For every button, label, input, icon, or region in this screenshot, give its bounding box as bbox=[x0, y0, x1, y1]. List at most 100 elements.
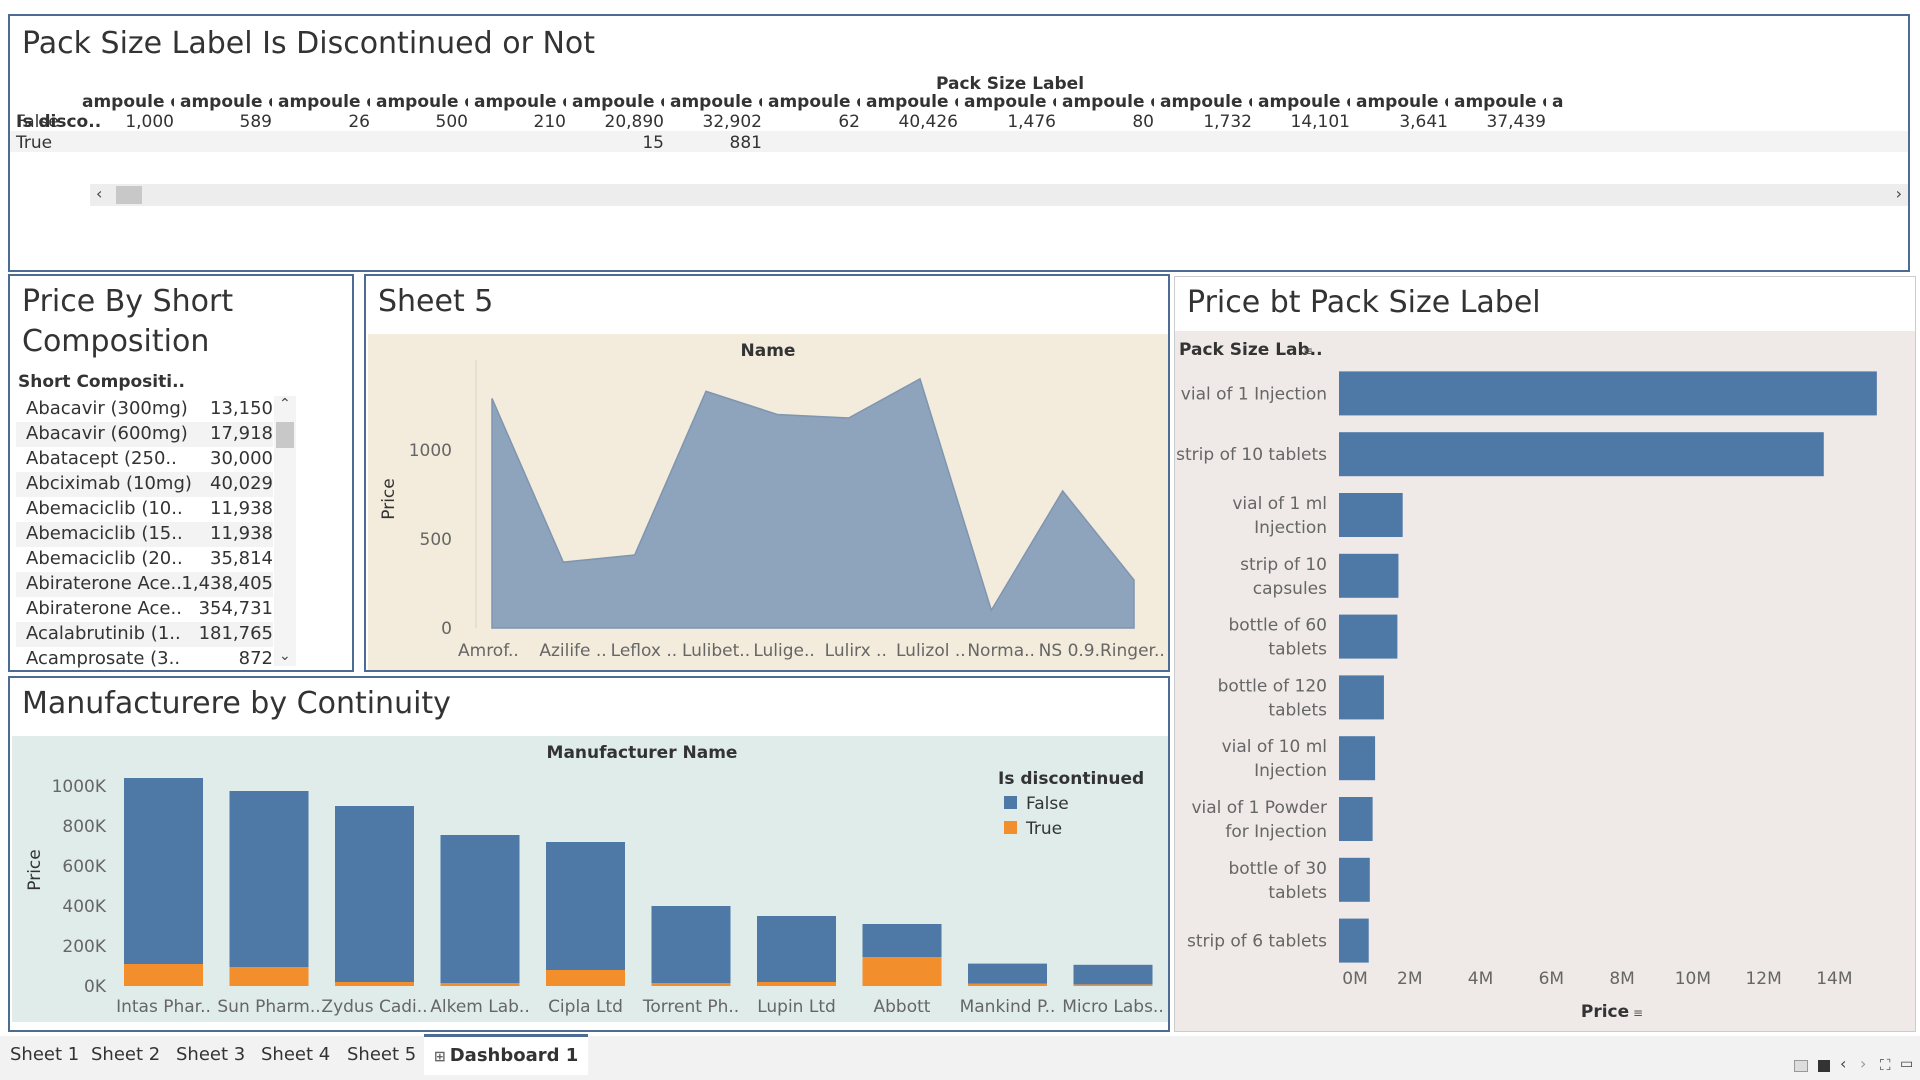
legend-swatch[interactable] bbox=[1004, 796, 1017, 809]
list-item[interactable]: Acalabrutinib (1.. 181,765 bbox=[16, 622, 273, 647]
table-cell[interactable]: 26 bbox=[278, 112, 370, 132]
bar[interactable] bbox=[1339, 675, 1384, 720]
area-point[interactable] bbox=[561, 560, 565, 564]
tab-sheet-4[interactable]: Sheet 4 bbox=[261, 1036, 330, 1074]
legend-swatch[interactable] bbox=[1004, 821, 1017, 834]
present-icon[interactable]: ▭ bbox=[1900, 1056, 1913, 1072]
tab-sheet-1[interactable]: Sheet 1 bbox=[10, 1036, 79, 1074]
column-header[interactable]: ampoule of .. bbox=[1062, 92, 1154, 112]
scroll-thumb[interactable] bbox=[276, 422, 294, 448]
list-item[interactable]: Abacavir (600mg) 17,918 bbox=[16, 422, 273, 447]
table-cell[interactable]: 40,426 bbox=[866, 112, 958, 132]
bar-segment-true[interactable] bbox=[124, 964, 203, 986]
table-cell[interactable]: 1,476 bbox=[964, 112, 1056, 132]
grid-view-icon[interactable] bbox=[1794, 1060, 1808, 1072]
column-header[interactable]: ampoule of .. bbox=[278, 92, 370, 112]
tab-sheet-5[interactable]: Sheet 5 bbox=[347, 1036, 416, 1074]
bar-segment-true[interactable] bbox=[862, 957, 942, 986]
bar[interactable] bbox=[1339, 857, 1370, 902]
bar-segment-true[interactable] bbox=[440, 983, 520, 986]
area-point[interactable] bbox=[1132, 578, 1136, 582]
table-cell[interactable]: 1,000 bbox=[82, 112, 174, 132]
column-header[interactable]: ampoule of .. bbox=[1258, 92, 1350, 112]
column-header[interactable]: ampoule of .. bbox=[572, 92, 664, 112]
short-comp-header[interactable]: Short Compositi.. bbox=[18, 372, 185, 392]
list-item[interactable]: Acamprosate (3.. 872 bbox=[16, 647, 273, 670]
area-point[interactable] bbox=[989, 608, 993, 612]
area-point[interactable] bbox=[490, 396, 494, 400]
column-header[interactable]: ampoule of .. bbox=[1160, 92, 1252, 112]
area-point[interactable] bbox=[633, 553, 637, 557]
area-point[interactable] bbox=[704, 389, 708, 393]
chevron-up-icon[interactable]: ⌃ bbox=[279, 396, 291, 412]
table-cell[interactable]: 589 bbox=[180, 112, 272, 132]
chevron-right-icon[interactable]: › bbox=[1896, 184, 1902, 203]
bar-segment-false[interactable] bbox=[862, 924, 942, 957]
column-header[interactable]: ampoule of .. bbox=[82, 92, 174, 112]
bar-segment-true[interactable] bbox=[651, 983, 731, 986]
bar[interactable] bbox=[1339, 614, 1398, 659]
bar-segment-true[interactable] bbox=[335, 982, 414, 986]
bar-segment-true[interactable] bbox=[1073, 984, 1153, 986]
column-header[interactable]: ampoule of .. bbox=[866, 92, 958, 112]
list-item[interactable]: Abatacept (250.. 30,000 bbox=[16, 447, 273, 472]
column-header[interactable]: ampoule of .. bbox=[376, 92, 468, 112]
column-header[interactable]: ampoule of .. bbox=[670, 92, 762, 112]
column-header[interactable]: ampoule of .. bbox=[768, 92, 860, 112]
bar[interactable] bbox=[1339, 918, 1369, 963]
table-cell[interactable]: 14,101 bbox=[1258, 112, 1350, 132]
column-header[interactable]: ampoule of .. bbox=[1454, 92, 1546, 112]
table-cell[interactable]: 37,439 bbox=[1454, 112, 1546, 132]
table-cell[interactable]: 881 bbox=[670, 133, 762, 153]
table-cell[interactable]: 62 bbox=[768, 112, 860, 132]
list-item[interactable]: Abiraterone Ace.. 1,438,405 bbox=[16, 572, 273, 597]
chevron-left-icon[interactable]: ‹ bbox=[96, 184, 102, 203]
area-series[interactable] bbox=[491, 377, 1135, 629]
bar-segment-true[interactable] bbox=[968, 983, 1047, 986]
bar-segment-false[interactable] bbox=[335, 806, 414, 982]
bar-segment-false[interactable] bbox=[1073, 964, 1153, 985]
bar-segment-false[interactable] bbox=[546, 842, 625, 970]
table-cell[interactable]: 20,890 bbox=[572, 112, 664, 132]
bar-segment-true[interactable] bbox=[546, 970, 625, 986]
bar-segment-true[interactable] bbox=[757, 982, 836, 986]
bar-segment-false[interactable] bbox=[757, 916, 836, 982]
column-header[interactable]: ampoule of .. bbox=[180, 92, 272, 112]
legend-label[interactable]: True bbox=[1025, 819, 1062, 839]
column-header[interactable]: ampoule of .. bbox=[474, 92, 566, 112]
row-label[interactable]: False bbox=[16, 112, 59, 132]
list-item[interactable]: Abemaciclib (10.. 11,938 bbox=[16, 497, 273, 522]
area-point[interactable] bbox=[1061, 489, 1065, 493]
table-cell[interactable]: 500 bbox=[376, 112, 468, 132]
table-cell[interactable]: 15 bbox=[572, 133, 664, 153]
list-item[interactable]: Abiraterone Ace.. 354,731 bbox=[16, 597, 273, 622]
bar-segment-false[interactable] bbox=[440, 835, 520, 983]
table-cell[interactable]: 80 bbox=[1062, 112, 1154, 132]
bar-segment-false[interactable] bbox=[968, 963, 1047, 984]
list-item[interactable]: Abemaciclib (20.. 35,814 bbox=[16, 547, 273, 572]
bar-segment-true[interactable] bbox=[229, 967, 309, 986]
bar-segment-false[interactable] bbox=[229, 791, 309, 967]
table-cell[interactable]: 3,641 bbox=[1356, 112, 1448, 132]
bar-segment-false[interactable] bbox=[124, 778, 203, 964]
chevron-down-icon[interactable]: ⌄ bbox=[279, 648, 291, 664]
tab-sheet-3[interactable]: Sheet 3 bbox=[176, 1036, 245, 1074]
bar[interactable] bbox=[1339, 736, 1376, 781]
bar[interactable] bbox=[1339, 493, 1403, 537]
table-cell[interactable]: 210 bbox=[474, 112, 566, 132]
vertical-scrollbar[interactable]: ⌃ ⌄ bbox=[274, 396, 296, 666]
list-item[interactable]: Abciximab (10mg) 40,029 bbox=[16, 472, 273, 497]
row-label[interactable]: True bbox=[16, 133, 52, 153]
tab-dashboard-1[interactable]: ⊞ Dashboard 1 bbox=[424, 1034, 589, 1075]
prev-icon[interactable]: ‹ bbox=[1840, 1054, 1846, 1073]
single-view-icon[interactable] bbox=[1818, 1060, 1830, 1072]
sort-icon[interactable]: ≡ bbox=[1303, 344, 1313, 358]
list-item[interactable]: Abacavir (300mg) 13,150 bbox=[16, 397, 273, 422]
pack-size-header[interactable]: Pack Size Lab.. bbox=[1179, 340, 1323, 360]
table-cell[interactable]: 1,732 bbox=[1160, 112, 1252, 132]
bar-segment-false[interactable] bbox=[651, 906, 731, 983]
horizontal-scrollbar[interactable]: ‹ › bbox=[90, 184, 1908, 206]
column-header[interactable]: a bbox=[1552, 92, 1644, 112]
tab-sheet-2[interactable]: Sheet 2 bbox=[91, 1036, 160, 1074]
area-point[interactable] bbox=[775, 412, 779, 416]
